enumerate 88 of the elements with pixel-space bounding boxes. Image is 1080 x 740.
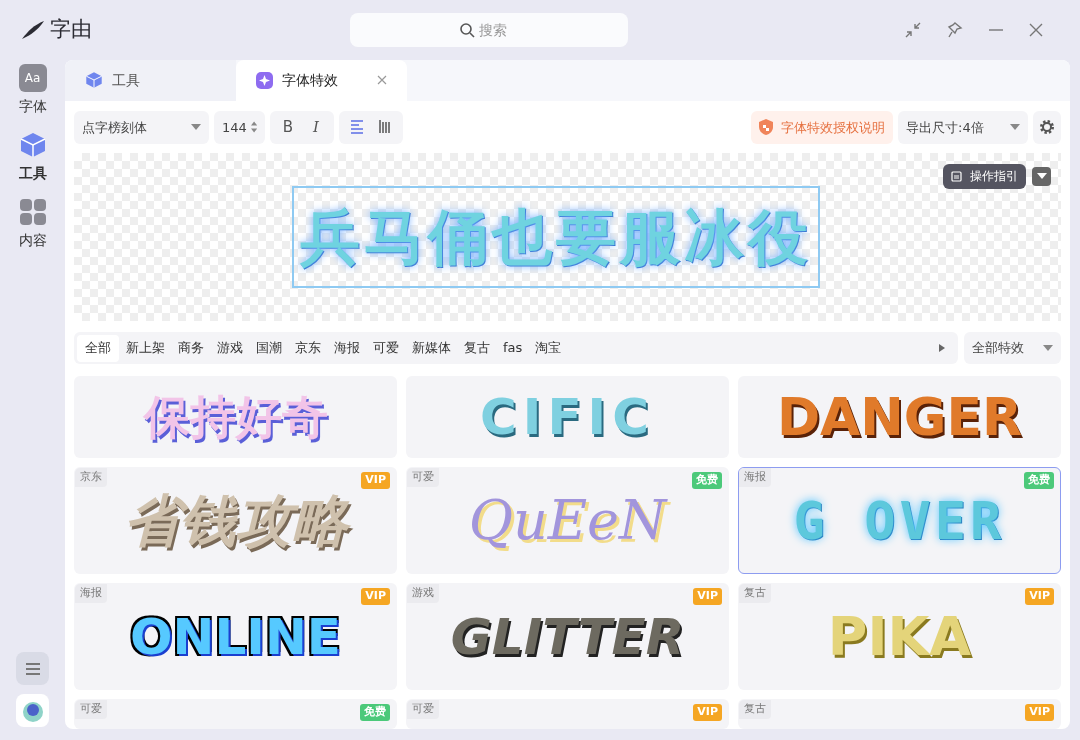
effect-card[interactable]: 海报 免费 G OVER (738, 467, 1061, 574)
sidebar-item[interactable]: 工具 (18, 131, 47, 184)
category-tab[interactable]: 全部 (77, 334, 119, 362)
category-tab[interactable]: 复古 (458, 334, 496, 362)
price-badge: VIP (361, 588, 390, 605)
price-badge: VIP (693, 704, 722, 721)
avatar-icon[interactable] (16, 694, 49, 727)
scroll-right-icon[interactable] (939, 344, 945, 352)
category-tab[interactable]: 游戏 (211, 334, 249, 362)
category-tab[interactable]: 海报 (328, 334, 366, 362)
effect-sample-text: G OVER (793, 494, 1006, 547)
category-tag: 游戏 (407, 584, 439, 603)
effect-filter-dropdown[interactable]: 全部特效 (964, 332, 1061, 364)
category-tag: 海报 (739, 468, 771, 487)
effect-card[interactable]: 复古 VIP (738, 699, 1061, 729)
cube-icon (18, 131, 47, 159)
cube-icon (85, 71, 103, 90)
category-tab[interactable]: 新上架 (120, 334, 171, 362)
bold-button[interactable]: B (274, 113, 302, 142)
sidebar-item[interactable]: 内容 (18, 198, 47, 251)
settings-icon (1039, 119, 1055, 136)
category-tag: 京东 (75, 468, 107, 487)
caret-icon (1043, 345, 1053, 351)
quill-logo-icon (20, 19, 46, 41)
export-size-dropdown[interactable]: 导出尺寸:4倍 (898, 110, 1028, 144)
search-icon (459, 22, 475, 38)
category-tab[interactable]: 可爱 (367, 334, 405, 362)
app-title: 字由 (50, 16, 92, 44)
clipboard-icon (951, 170, 962, 183)
category-tab[interactable]: 淘宝 (529, 334, 568, 362)
shield-icon (759, 119, 773, 136)
category-tab[interactable]: 京东 (289, 334, 327, 362)
menu-button[interactable] (16, 652, 49, 685)
grid-icon (18, 198, 47, 226)
italic-button[interactable]: I (302, 113, 330, 142)
caret-icon (1010, 124, 1020, 131)
category-tab[interactable]: 国潮 (250, 334, 288, 362)
guide-button[interactable]: 操作指引 (943, 163, 1026, 189)
price-badge: 免费 (1024, 472, 1054, 489)
price-badge: VIP (693, 588, 722, 605)
guide-dropdown-button[interactable] (1032, 166, 1051, 186)
settings-button[interactable] (1033, 110, 1061, 144)
price-badge: 免费 (692, 472, 722, 489)
effect-sample-text: DANGER (776, 391, 1023, 443)
effect-sample-text: PIKA (827, 609, 972, 664)
tab[interactable]: 工具 (65, 60, 236, 101)
search-field[interactable]: 搜索 (350, 13, 628, 47)
category-tag: 复古 (739, 584, 771, 603)
search-input: 搜索 (479, 19, 519, 41)
collapse-icon[interactable] (904, 21, 922, 39)
effect-card[interactable]: 海报 VIP ONLINE (74, 583, 397, 690)
effect-sample-text: GLITTER (450, 611, 685, 662)
effect-card[interactable]: 京东 VIP 省钱攻略 (74, 467, 397, 574)
price-badge: VIP (1025, 704, 1054, 721)
category-tag: 可爱 (407, 700, 439, 719)
effect-card[interactable]: 可爱 免费 QuEeN (406, 467, 729, 574)
category-tag: 可爱 (407, 468, 439, 487)
effect-sample-text: ONLINE (130, 611, 341, 662)
vertical-lines-icon (378, 119, 392, 136)
category-tag: 可爱 (75, 700, 107, 719)
tab[interactable]: 字体特效 (236, 60, 407, 101)
effect-card[interactable]: 可爱 VIP (406, 699, 729, 729)
category-tab[interactable]: 新媒体 (406, 334, 457, 362)
category-tab[interactable]: 商务 (172, 334, 210, 362)
effect-sample-text: CIFIC (480, 392, 655, 442)
caret-icon (1036, 173, 1047, 180)
effect-card[interactable]: 游戏 VIP GLITTER (406, 583, 729, 690)
category-tag: 海报 (75, 584, 107, 603)
caret-icon (191, 124, 201, 131)
font-icon: Aa (18, 64, 47, 92)
price-badge: VIP (1025, 588, 1054, 605)
size-stepper[interactable]: 144 (214, 110, 265, 144)
category-tag: 复古 (739, 700, 771, 719)
font-dropdown[interactable]: 点字榜刻体 (74, 110, 209, 144)
sidebar-item[interactable]: Aa 字体 (18, 64, 47, 117)
price-badge: 免费 (360, 704, 390, 721)
menu-icon (24, 661, 41, 676)
effect-card[interactable]: 复古 VIP PIKA (738, 583, 1061, 690)
price-badge: VIP (361, 472, 390, 489)
pin-icon[interactable] (946, 21, 964, 39)
close-icon[interactable] (377, 75, 387, 86)
close-icon[interactable] (1028, 22, 1044, 38)
align-left-icon (350, 119, 364, 136)
effect-sample-text: 保持好奇 (143, 394, 328, 440)
stepper-arrows-icon (250, 120, 257, 135)
effect-card[interactable]: 可爱 免费 (74, 699, 397, 729)
category-tab[interactable]: fas (497, 334, 529, 362)
effect-sample-text: QuEeN (468, 493, 667, 548)
